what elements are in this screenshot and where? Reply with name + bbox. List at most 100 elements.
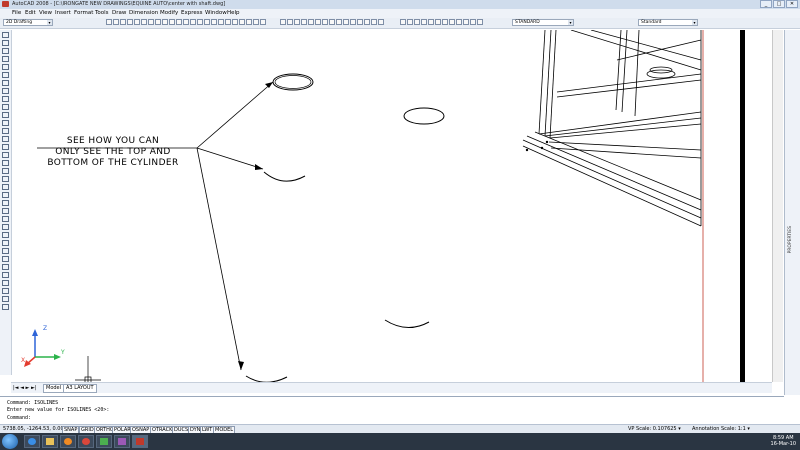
menu-express[interactable]: Express: [181, 10, 202, 16]
menu-help[interactable]: Help: [227, 10, 240, 16]
autocad-icon[interactable]: [2, 1, 9, 7]
region-icon[interactable]: [2, 160, 9, 166]
dim-baseline-icon[interactable]: [463, 19, 469, 25]
revision-cloud-icon[interactable]: [2, 88, 9, 94]
help-icon[interactable]: [260, 19, 266, 25]
ellipse-icon[interactable]: [2, 104, 9, 110]
intersection-icon[interactable]: [315, 19, 321, 25]
cylinder-top-ellipse-2[interactable]: [403, 107, 445, 125]
zoom-realtime-icon[interactable]: [197, 19, 203, 25]
menu-draw[interactable]: Draw: [112, 10, 126, 16]
menu-window[interactable]: Window: [205, 10, 227, 16]
minimize-button[interactable]: _: [760, 0, 772, 8]
arc-icon[interactable]: [2, 72, 9, 78]
taskbar-autocad-icon[interactable]: [132, 435, 148, 448]
open-file-icon[interactable]: [113, 19, 119, 25]
annotation-scale[interactable]: Annotation Scale: 1:1 ▾: [692, 426, 750, 432]
parallel-icon[interactable]: [357, 19, 363, 25]
menu-tools[interactable]: Tools: [95, 10, 109, 16]
tab-a3-layout[interactable]: A3 LAYOUT: [63, 384, 97, 393]
fillet-icon[interactable]: [2, 296, 9, 302]
midpoint-icon[interactable]: [308, 19, 314, 25]
dim-style-select[interactable]: Standard ▾: [638, 19, 698, 26]
polyline-icon[interactable]: [2, 48, 9, 54]
tool-palettes-icon[interactable]: [232, 19, 238, 25]
osnap-settings-icon[interactable]: [378, 19, 384, 25]
preview-icon[interactable]: [134, 19, 140, 25]
break-icon[interactable]: [2, 272, 9, 278]
nearest-icon[interactable]: [371, 19, 377, 25]
redo-icon[interactable]: [183, 19, 189, 25]
tab-model[interactable]: Model: [43, 384, 65, 393]
new-file-icon[interactable]: [106, 19, 112, 25]
vp-scale[interactable]: VP Scale: 0.107625 ▾: [628, 426, 681, 432]
perpendicular-icon[interactable]: [350, 19, 356, 25]
menu-view[interactable]: View: [39, 10, 52, 16]
command-line[interactable]: Command: ISOLINES Enter new value for IS…: [0, 396, 784, 424]
menu-modify[interactable]: Modify: [160, 10, 178, 16]
properties-palette[interactable]: PROPERTIES: [784, 30, 800, 395]
tab-nav-arrows[interactable]: |◄ ◄ ► ►|: [13, 385, 37, 391]
drawing-canvas[interactable]: Z Y X: [11, 30, 772, 382]
array-icon[interactable]: [2, 216, 9, 222]
polygon-icon[interactable]: [2, 56, 9, 62]
pan-icon[interactable]: [190, 19, 196, 25]
line-icon[interactable]: [280, 19, 286, 25]
cylinder-top-ellipse-inner[interactable]: [274, 75, 312, 89]
dim-jogged-icon[interactable]: [435, 19, 441, 25]
taskbar-app-icon-2[interactable]: [114, 435, 130, 448]
taskbar-chrome-icon[interactable]: [78, 435, 94, 448]
hatch-icon[interactable]: [2, 144, 9, 150]
print-icon[interactable]: [127, 19, 133, 25]
save-icon[interactable]: [120, 19, 126, 25]
center-icon[interactable]: [329, 19, 335, 25]
construction-line-icon[interactable]: [2, 40, 9, 46]
properties-icon[interactable]: [218, 19, 224, 25]
dim-angular-icon[interactable]: [449, 19, 455, 25]
match-properties-icon[interactable]: [169, 19, 175, 25]
extend-icon[interactable]: [2, 264, 9, 270]
markup-icon[interactable]: [246, 19, 252, 25]
trim-icon[interactable]: [2, 256, 9, 262]
maximize-button[interactable]: □: [773, 0, 785, 8]
text-style-select[interactable]: STANDARD ▾: [512, 19, 574, 26]
cylinder-bottom-arc-2[interactable]: [384, 319, 430, 328]
menu-dimension[interactable]: Dimension: [129, 10, 158, 16]
rectangle-icon[interactable]: [2, 64, 9, 70]
spline-icon[interactable]: [2, 96, 9, 102]
offset-icon[interactable]: [2, 208, 9, 214]
command-prompt[interactable]: Command:: [7, 415, 31, 421]
zoom-window-icon[interactable]: [204, 19, 210, 25]
taskbar-media-icon[interactable]: [60, 435, 76, 448]
insert-block-icon[interactable]: [2, 120, 9, 126]
point-icon[interactable]: [2, 136, 9, 142]
mtext-icon[interactable]: [2, 176, 9, 182]
gradient-icon[interactable]: [2, 152, 9, 158]
quadrant-icon[interactable]: [336, 19, 342, 25]
dim-aligned-icon[interactable]: [407, 19, 413, 25]
endpoint-icon[interactable]: [301, 19, 307, 25]
tangent-icon[interactable]: [343, 19, 349, 25]
dim-radius-icon[interactable]: [428, 19, 434, 25]
vertical-scrollbar[interactable]: [772, 30, 783, 382]
taskbar-app-icon[interactable]: [96, 435, 112, 448]
explode-icon[interactable]: [2, 304, 9, 310]
join-icon[interactable]: [2, 280, 9, 286]
scale-icon[interactable]: [2, 240, 9, 246]
taskbar-folder-icon[interactable]: [42, 435, 58, 448]
table-icon[interactable]: [2, 168, 9, 174]
annotation-text[interactable]: SEE HOW YOU CAN ONLY SEE THE TOP AND BOT…: [28, 136, 198, 169]
cylinder-bottom-arc[interactable]: [263, 171, 306, 182]
design-center-icon[interactable]: [225, 19, 231, 25]
ellipse-arc-icon[interactable]: [2, 112, 9, 118]
start-button[interactable]: [2, 434, 18, 449]
workspace-select[interactable]: 2D Drafting ▾: [3, 19, 53, 26]
node-icon[interactable]: [364, 19, 370, 25]
dim-arc-icon[interactable]: [414, 19, 420, 25]
undo-icon[interactable]: [176, 19, 182, 25]
move-icon[interactable]: [2, 224, 9, 230]
circle-icon[interactable]: [2, 80, 9, 86]
sheet-set-icon[interactable]: [239, 19, 245, 25]
cylinder-top-ellipse[interactable]: [272, 73, 314, 91]
rotate-icon[interactable]: [2, 232, 9, 238]
